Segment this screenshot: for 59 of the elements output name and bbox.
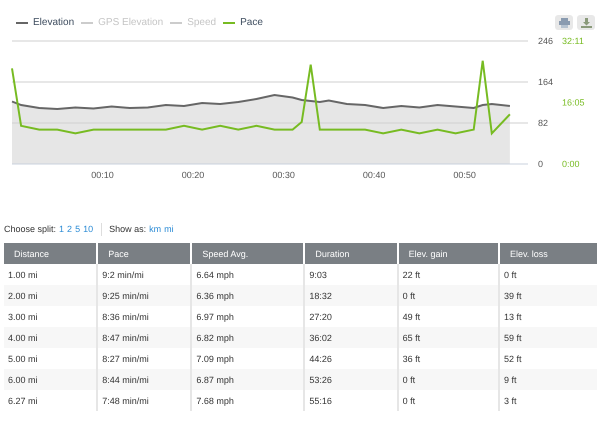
table-cell: 9 ft (498, 369, 597, 390)
split-link[interactable]: 2 (67, 224, 72, 234)
x-axis-label: 00:50 (453, 170, 476, 180)
split-link[interactable]: 10 (83, 224, 94, 234)
column-header: Distance (4, 243, 98, 264)
x-axis-label: 00:10 (91, 170, 114, 180)
print-icon (558, 18, 570, 28)
table-cell: 3 ft (498, 390, 597, 411)
table-cell: 2.00 mi (4, 285, 98, 306)
y-axis-label: 164 (538, 77, 554, 87)
table-cell: 3.00 mi (4, 306, 98, 327)
unit-link[interactable]: km (149, 224, 162, 234)
column-header: Elev. loss (498, 243, 597, 264)
table-cell: 4.00 mi (4, 327, 98, 348)
table-cell: 39 ft (498, 285, 597, 306)
table-cell: 36:02 (304, 327, 398, 348)
unit-link[interactable]: mi (164, 224, 174, 234)
table-cell: 5.00 mi (4, 348, 98, 369)
table-cell: 6.27 mi (4, 390, 98, 411)
x-axis-label: 00:20 (182, 170, 204, 180)
table-cell: 8:47 min/mi (97, 327, 192, 348)
x-axis-label: 00:40 (362, 170, 386, 180)
units-label: Show as: (109, 224, 146, 234)
table-cell: 0 ft (398, 390, 499, 411)
pace-axis-label: 0:00 (562, 159, 580, 169)
column-header: Pace (97, 243, 192, 264)
pace-axis-label: 32:11 (562, 36, 584, 46)
y-axis-label: 82 (538, 118, 548, 128)
print-button[interactable] (555, 15, 573, 30)
table-cell: 7:48 min/mi (97, 390, 192, 411)
table-cell: 0 ft (398, 369, 499, 390)
table-cell: 6.00 mi (4, 369, 98, 390)
table-cell: 53:26 (304, 369, 398, 390)
column-header: Duration (304, 243, 398, 264)
table-cell: 6.87 mph (191, 369, 304, 390)
x-axis-label: 00:30 (272, 170, 295, 180)
download-icon (580, 18, 592, 28)
pace-axis-label: 16:05 (562, 98, 585, 108)
table-cell: 7.68 mph (191, 390, 304, 411)
table-cell: 6.36 mph (191, 285, 304, 306)
table-cell: 8:44 min/mi (97, 369, 192, 390)
split-link[interactable]: 5 (75, 224, 80, 234)
column-header: Elev. gain (398, 243, 499, 264)
table-cell: 1.00 mi (4, 264, 98, 285)
table-cell: 9:25 min/mi (97, 285, 192, 306)
download-button[interactable] (577, 15, 595, 30)
table-cell: 65 ft (398, 327, 499, 348)
table-cell: 55:16 (304, 390, 398, 411)
table-cell: 6.82 mph (191, 327, 304, 348)
y-axis-label: 246 (538, 36, 554, 46)
table-cell: 18:32 (304, 285, 398, 306)
table-cell: 0 ft (398, 285, 499, 306)
column-header: Speed Avg. (191, 243, 304, 264)
y-axis-label: 0 (538, 159, 544, 169)
split-label: Choose split: (4, 224, 56, 234)
split-link[interactable]: 1 (59, 224, 64, 234)
legend-item[interactable]: Pace (223, 17, 263, 28)
table-cell: 59 ft (498, 327, 597, 348)
legend-item[interactable]: Elevation (16, 17, 74, 28)
